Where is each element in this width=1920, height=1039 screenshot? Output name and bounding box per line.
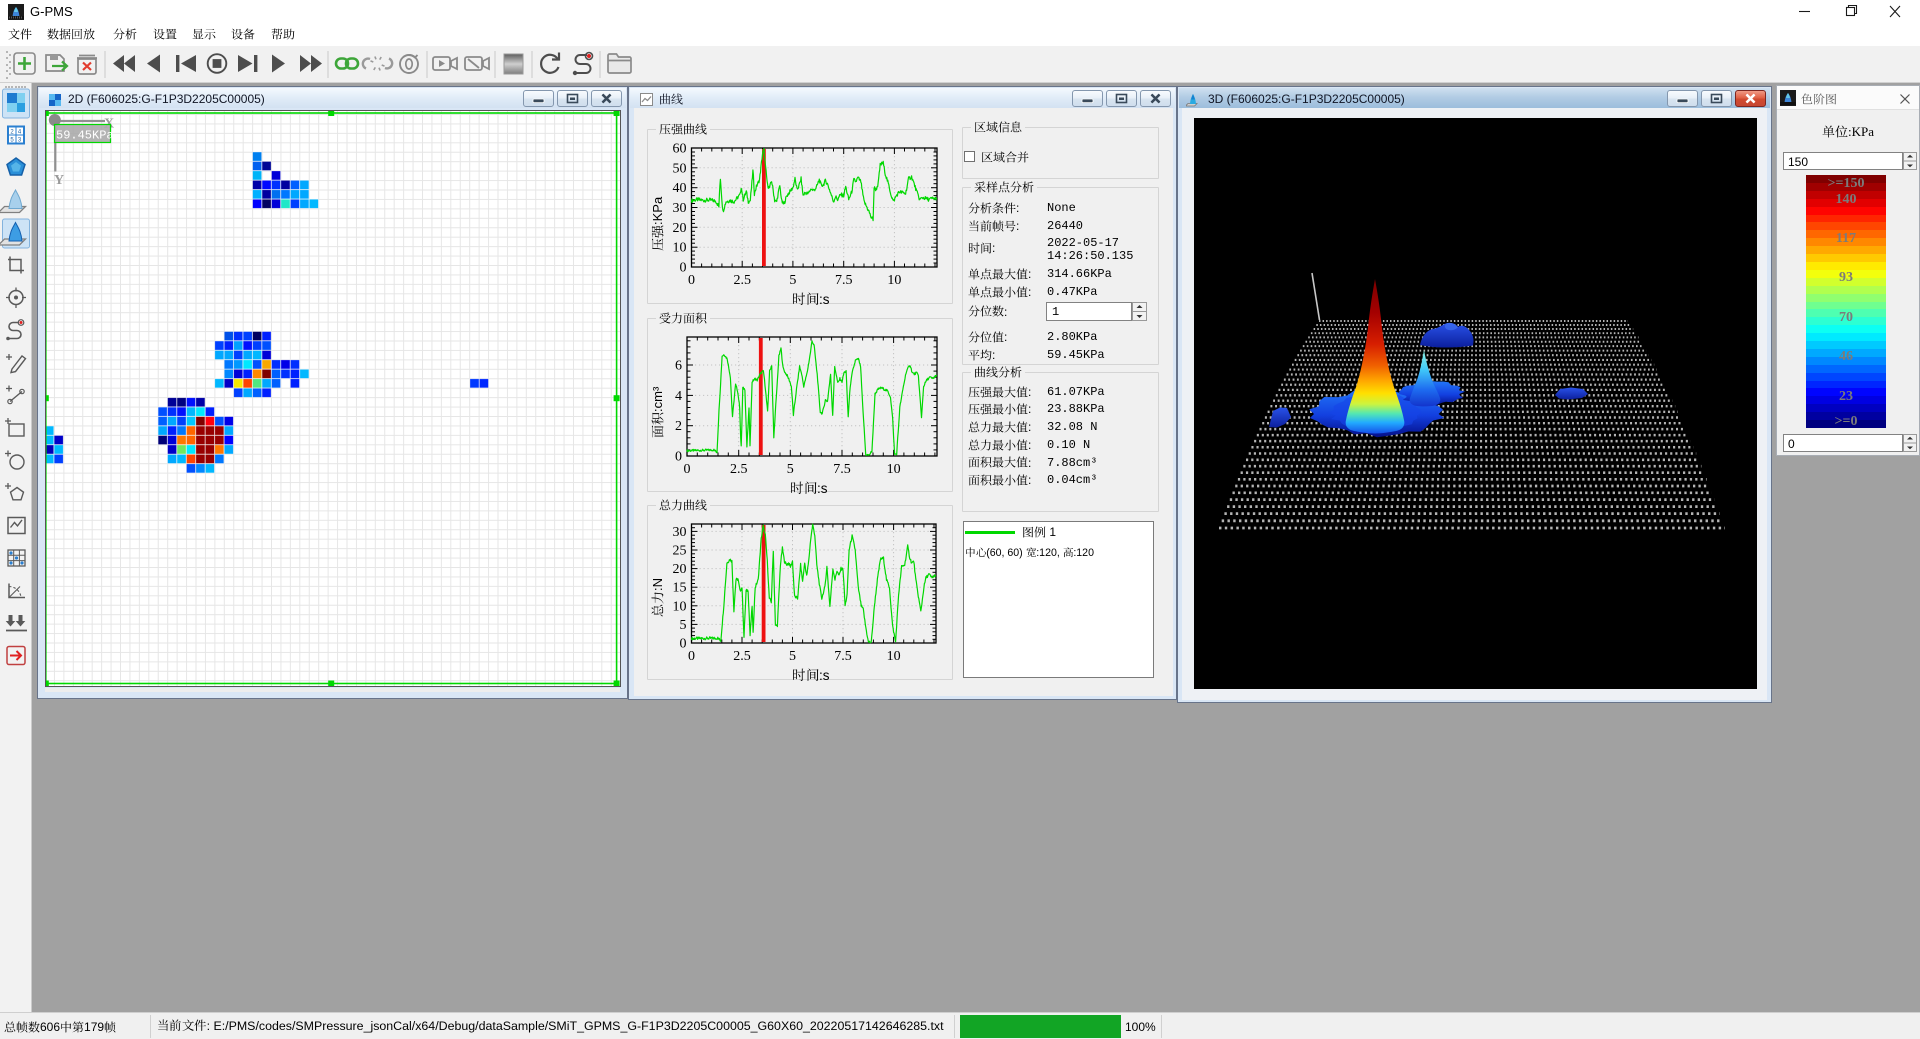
svg-text:0: 0 <box>688 273 695 288</box>
svg-text:50: 50 <box>673 161 687 176</box>
svg-text:6: 6 <box>675 359 682 374</box>
svg-text:60: 60 <box>673 142 687 157</box>
svg-text:0: 0 <box>688 649 695 664</box>
svg-text:5: 5 <box>787 462 794 477</box>
svg-text:0: 0 <box>680 637 687 652</box>
svg-text:2.5: 2.5 <box>730 462 748 477</box>
svg-text:7.5: 7.5 <box>833 462 851 477</box>
svg-text:0: 0 <box>680 261 687 276</box>
svg-text:2: 2 <box>675 419 682 434</box>
svg-text:10: 10 <box>887 273 901 288</box>
svg-text:5: 5 <box>789 273 796 288</box>
svg-text:40: 40 <box>673 181 687 196</box>
svg-text:59.45KPa: 59.45KPa <box>56 129 114 143</box>
svg-text:30: 30 <box>673 201 687 216</box>
svg-text:25: 25 <box>673 544 687 559</box>
svg-text:10: 10 <box>673 241 687 256</box>
svg-text:20: 20 <box>673 221 687 236</box>
svg-text:4: 4 <box>675 389 682 404</box>
svg-text:5: 5 <box>680 618 687 633</box>
svg-text:30: 30 <box>673 525 687 540</box>
svg-text:10: 10 <box>887 649 901 664</box>
svg-text:0: 0 <box>684 462 691 477</box>
svg-text:2.5: 2.5 <box>733 649 751 664</box>
svg-text:10: 10 <box>673 599 687 614</box>
svg-text:7.5: 7.5 <box>834 649 852 664</box>
svg-text:10: 10 <box>887 462 901 477</box>
svg-text:0: 0 <box>675 450 682 465</box>
svg-text:Y: Y <box>54 173 64 188</box>
svg-text:5: 5 <box>789 649 796 664</box>
svg-text:7.5: 7.5 <box>835 273 853 288</box>
svg-text:20: 20 <box>673 562 687 577</box>
svg-text:2.5: 2.5 <box>733 273 751 288</box>
svg-text:15: 15 <box>673 581 687 596</box>
